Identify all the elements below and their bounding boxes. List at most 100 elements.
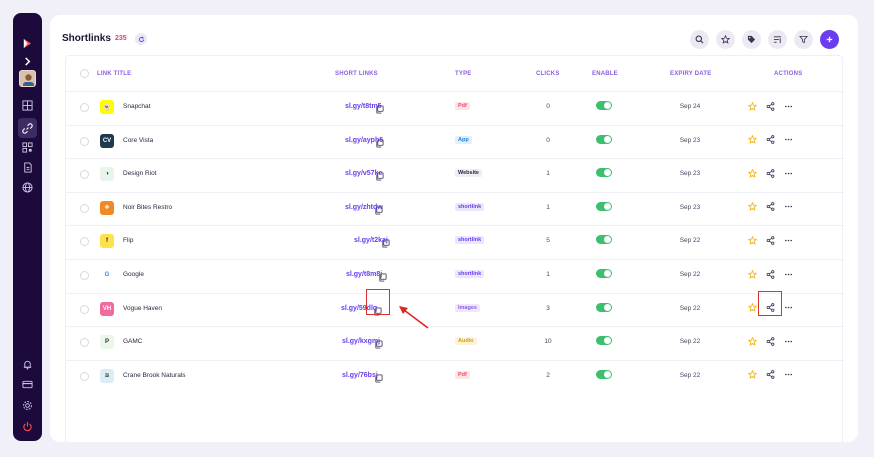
more-options-button[interactable]: [782, 167, 794, 179]
row-checkbox[interactable]: [80, 271, 89, 280]
copy-link-button[interactable]: [374, 336, 384, 349]
table-row[interactable]: 👻 Snapchat sl.gy/t8tm5 Pdf 0 Sep 24: [66, 91, 844, 124]
share-button[interactable]: [764, 100, 776, 112]
row-checkbox[interactable]: [80, 103, 89, 112]
link-title[interactable]: Vogue Haven: [123, 305, 162, 312]
column-clicks[interactable]: CLICKS: [536, 71, 560, 77]
tags-button[interactable]: [742, 30, 761, 49]
short-link[interactable]: sl.gy/76bsj: [342, 372, 378, 379]
row-checkbox[interactable]: [80, 203, 89, 213]
share-button[interactable]: [764, 167, 776, 179]
favorite-button[interactable]: [746, 201, 758, 213]
link-title[interactable]: Core Vista: [123, 137, 153, 144]
more-options-button[interactable]: [782, 369, 794, 381]
table-row[interactable]: ≋ Crane Brook Naturals sl.gy/76bsj Pdf 2…: [66, 359, 844, 393]
document-icon[interactable]: [13, 157, 42, 177]
more-options-button[interactable]: [782, 335, 794, 347]
add-link-button[interactable]: [820, 30, 839, 49]
share-button[interactable]: [764, 335, 776, 347]
copy-link-button[interactable]: [375, 168, 385, 181]
link-title[interactable]: Crane Brook Naturals: [123, 372, 186, 379]
select-all-checkbox[interactable]: [80, 69, 89, 78]
filter-button[interactable]: [794, 30, 813, 49]
type-badge: shortlink: [455, 236, 485, 245]
favorite-button[interactable]: [746, 167, 758, 179]
row-checkbox[interactable]: [80, 371, 89, 381]
table-row[interactable]: CV Core Vista sl.gy/ayph5 App 0 Sep 23: [66, 124, 844, 158]
favorite-button[interactable]: [746, 268, 758, 280]
favorite-button[interactable]: [746, 134, 758, 146]
row-checkbox[interactable]: [80, 304, 89, 314]
avatar[interactable]: [19, 70, 36, 87]
link-title[interactable]: Noir Bites Restro: [123, 204, 172, 211]
table-row[interactable]: f Flip sl.gy/t2kaj shortlink 5 Sep 22: [66, 225, 844, 258]
more-options-button[interactable]: [782, 302, 794, 314]
expand-chevron-icon[interactable]: [13, 51, 42, 71]
favorite-button[interactable]: [746, 369, 758, 381]
favorites-button[interactable]: [716, 30, 735, 49]
enable-toggle[interactable]: [596, 101, 612, 110]
table-row[interactable]: ❖ Noir Bites Restro sl.gy/zhtdw shortlin…: [66, 191, 844, 225]
column-enable[interactable]: ENABLE: [592, 71, 618, 77]
more-options-button[interactable]: [782, 134, 794, 146]
favorite-button[interactable]: [746, 100, 758, 112]
more-options-button[interactable]: [782, 234, 794, 246]
link-title[interactable]: GAMC: [123, 338, 143, 345]
enable-toggle[interactable]: [596, 302, 612, 312]
more-options-button[interactable]: [782, 201, 794, 213]
refresh-button[interactable]: [135, 33, 147, 45]
link-title[interactable]: Design Riot: [123, 170, 157, 177]
table-row[interactable]: ◑ Design Riot sl.gy/v57ke Website 1 Sep …: [66, 158, 844, 191]
brand-logo-icon[interactable]: [13, 33, 42, 53]
table-row[interactable]: VH Vogue Haven sl.gy/59dlq Images 3 Sep …: [66, 292, 844, 326]
share-button[interactable]: [764, 201, 776, 213]
enable-toggle[interactable]: [596, 336, 612, 346]
favorite-button[interactable]: [746, 335, 758, 347]
enable-toggle[interactable]: [596, 201, 612, 211]
copy-link-button[interactable]: [375, 135, 385, 148]
share-button[interactable]: [764, 268, 776, 280]
dashboard-icon[interactable]: [13, 95, 42, 115]
link-title[interactable]: Google: [123, 271, 144, 278]
column-expiry-date[interactable]: EXPIRY DATE: [670, 71, 711, 77]
copy-link-button[interactable]: [381, 235, 391, 248]
sort-button[interactable]: [768, 30, 787, 49]
search-button[interactable]: [690, 30, 709, 49]
copy-link-button[interactable]: [374, 370, 384, 383]
short-link[interactable]: sl.gy/t8m8j: [346, 271, 382, 278]
share-button[interactable]: [764, 134, 776, 146]
column-link-title[interactable]: LINK TITLE: [97, 71, 131, 77]
column-short-links[interactable]: SHORT LINKS: [335, 71, 378, 77]
row-checkbox[interactable]: [80, 136, 89, 146]
favorite-button[interactable]: [746, 302, 758, 314]
settings-gear-icon[interactable]: [13, 395, 42, 415]
link-title[interactable]: Snapchat: [123, 103, 150, 110]
enable-toggle[interactable]: [596, 168, 612, 178]
more-options-button[interactable]: [782, 268, 794, 280]
click-count: 0: [546, 103, 550, 110]
bell-icon[interactable]: [13, 354, 42, 374]
qr-code-icon[interactable]: [13, 137, 42, 157]
share-button[interactable]: [764, 234, 776, 246]
table-row[interactable]: G Google sl.gy/t8m8j shortlink 1 Sep 22: [66, 259, 844, 292]
row-checkbox[interactable]: [80, 338, 89, 348]
column-type[interactable]: TYPE: [455, 71, 471, 77]
favorite-button[interactable]: [746, 234, 758, 246]
share-button[interactable]: [764, 369, 776, 381]
enable-toggle[interactable]: [596, 269, 612, 278]
more-options-button[interactable]: [782, 100, 794, 112]
links-icon[interactable]: [18, 118, 37, 138]
billing-card-icon[interactable]: [13, 374, 42, 394]
link-title[interactable]: Flip: [123, 237, 133, 244]
copy-link-button[interactable]: [374, 202, 384, 215]
globe-icon[interactable]: [13, 177, 42, 197]
enable-toggle[interactable]: [596, 235, 612, 245]
logout-power-icon[interactable]: [13, 416, 42, 436]
table-row[interactable]: P GAMC sl.gy/kxgmj Audio 10 Sep 22: [66, 326, 844, 359]
copy-link-button[interactable]: [375, 101, 385, 114]
copy-link-button[interactable]: [378, 269, 388, 282]
row-checkbox[interactable]: [80, 237, 89, 247]
enable-toggle[interactable]: [596, 369, 612, 379]
enable-toggle[interactable]: [596, 134, 612, 144]
row-checkbox[interactable]: [80, 170, 89, 180]
